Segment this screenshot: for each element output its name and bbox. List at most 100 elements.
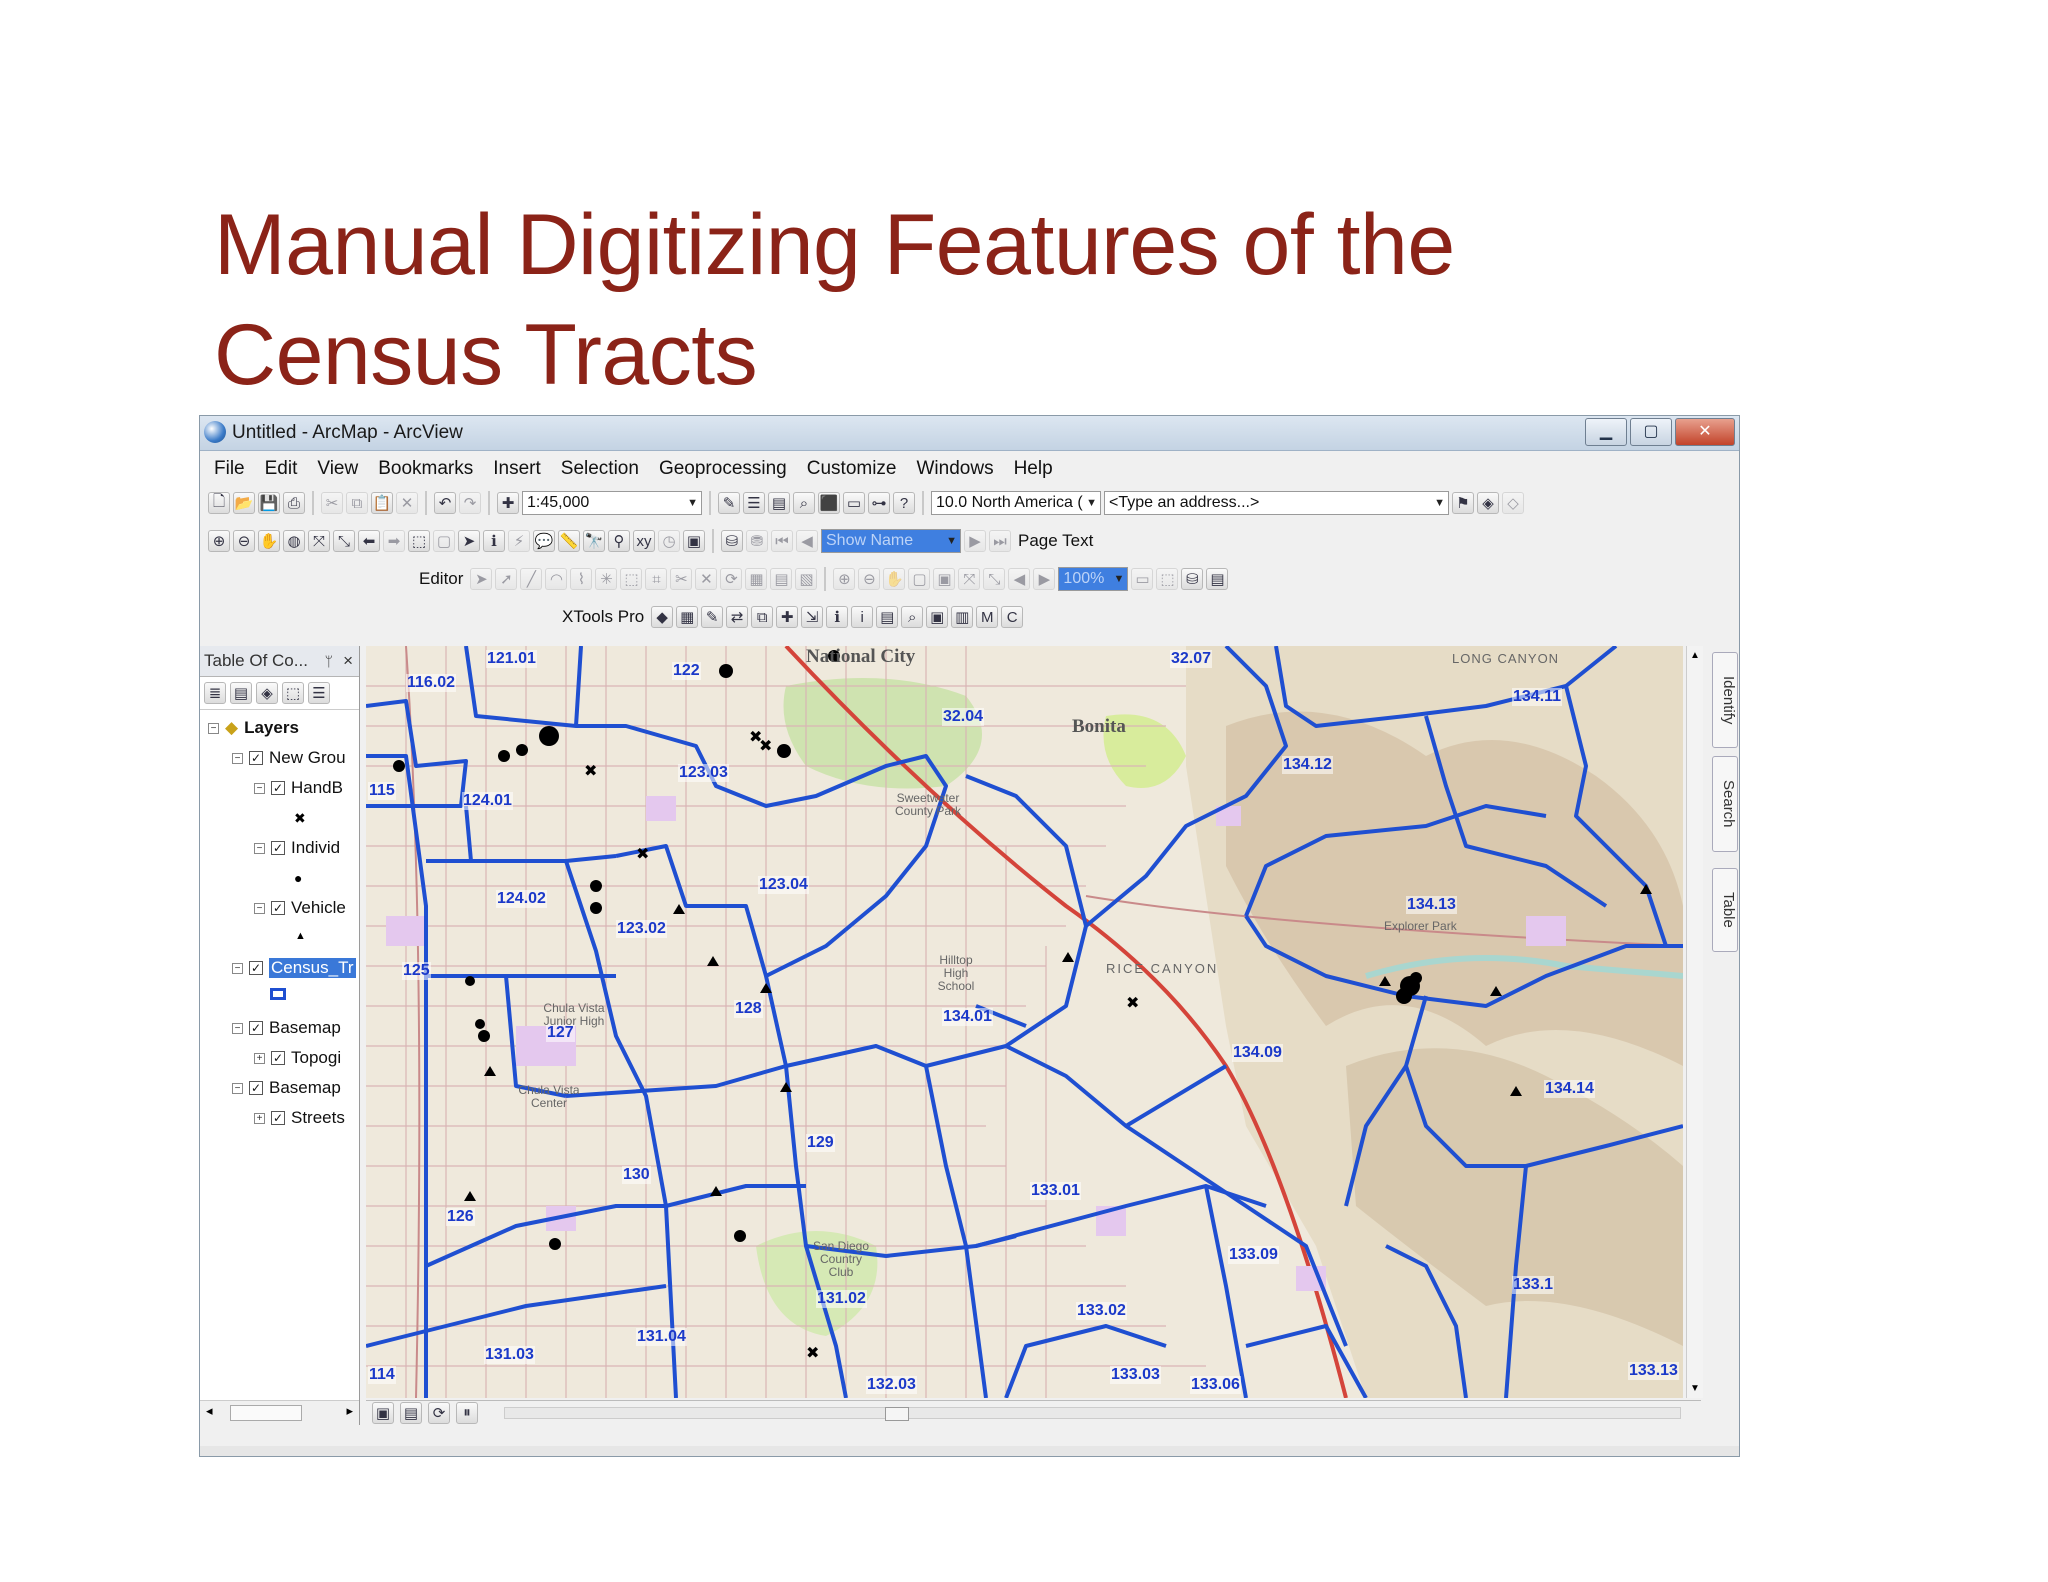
toc-row-vehicle[interactable]: − ✓ Vehicle: [254, 898, 346, 918]
toc-row-topographic[interactable]: + ✓ Topogi: [254, 1048, 341, 1068]
model-builder-icon[interactable]: ⊶: [868, 492, 890, 514]
scroll-left-icon[interactable]: ◂: [206, 1403, 213, 1419]
xtools-table-icon[interactable]: ▦: [676, 606, 699, 628]
xtools-shape-icon[interactable]: ◆: [651, 606, 674, 628]
scroll-right-icon[interactable]: ▸: [346, 1403, 353, 1419]
xtools-overlay-icon[interactable]: ⧉: [751, 606, 774, 628]
fixed-layout-zoom-in-icon[interactable]: ⤧: [958, 568, 981, 590]
redo-icon[interactable]: ↷: [459, 492, 481, 514]
select-elements-arrow-icon[interactable]: ➤: [458, 530, 480, 552]
arctoolbox-icon[interactable]: ⬛: [818, 492, 840, 514]
edit-vertices-icon[interactable]: ⬚: [620, 568, 643, 590]
measure-icon[interactable]: 📏: [558, 530, 580, 552]
toc-row-individ[interactable]: − ✓ Individ: [254, 838, 340, 858]
menu-windows[interactable]: Windows: [907, 454, 1004, 484]
xtools-add-icon[interactable]: ✚: [776, 606, 799, 628]
search-tab[interactable]: Search: [1712, 756, 1738, 852]
open-folder-icon[interactable]: 📂: [233, 492, 255, 514]
focus-data-frame-icon[interactable]: ⬚: [1156, 568, 1179, 590]
table-tab[interactable]: Table: [1712, 868, 1738, 952]
delete-icon[interactable]: ✕: [396, 492, 418, 514]
list-by-selection-icon[interactable]: ⬚: [282, 682, 304, 704]
editor-menu[interactable]: Editor: [415, 569, 467, 589]
cut-polygons-icon[interactable]: ✂: [670, 568, 693, 590]
scroll-up-icon[interactable]: ▲: [1690, 650, 1700, 661]
menu-customize[interactable]: Customize: [797, 454, 907, 484]
editor-toolbar-icon[interactable]: ✎: [718, 492, 740, 514]
toc-close-icon[interactable]: ×: [343, 646, 353, 676]
toc-row-streets[interactable]: + ✓ Streets: [254, 1108, 345, 1128]
paste-icon[interactable]: 📋: [371, 492, 393, 514]
rotate-icon[interactable]: ⟳: [720, 568, 743, 590]
save-icon[interactable]: 💾: [258, 492, 280, 514]
find-binoculars-icon[interactable]: 🔭: [583, 530, 605, 552]
list-by-visibility-icon[interactable]: ◈: [256, 682, 278, 704]
fixed-layout-zoom-out-icon[interactable]: ⤡: [983, 568, 1006, 590]
time-slider-icon[interactable]: ◷: [658, 530, 680, 552]
xtools-help-icon[interactable]: i: [851, 606, 874, 628]
back-arrow-icon[interactable]: ⬅: [358, 530, 380, 552]
edit-annotation-icon[interactable]: ➚: [495, 568, 518, 590]
map-vertical-scrollbar[interactable]: ▲ ▼: [1686, 646, 1703, 1398]
forward-arrow-icon[interactable]: ➡: [383, 530, 405, 552]
identify-tab[interactable]: Identify: [1712, 652, 1738, 748]
reverse-geocode-icon[interactable]: ◇: [1502, 492, 1524, 514]
xtools-info-icon[interactable]: ℹ: [826, 606, 849, 628]
edit-tool-icon[interactable]: ➤: [470, 568, 493, 590]
viewer-window-icon[interactable]: ▣: [683, 530, 705, 552]
layout-pan-icon[interactable]: ✋: [883, 568, 906, 590]
find-route-icon[interactable]: ⚲: [608, 530, 630, 552]
table-of-contents-icon[interactable]: ☰: [743, 492, 765, 514]
go-to-xy-icon[interactable]: xy: [633, 530, 655, 552]
labeling-icon[interactable]: ⛁: [721, 530, 743, 552]
collapse-icon[interactable]: −: [232, 752, 243, 764]
menu-view[interactable]: View: [307, 454, 368, 484]
minimize-button[interactable]: ▁: [1585, 418, 1627, 446]
clear-selection-icon[interactable]: ▢: [433, 530, 455, 552]
identify-icon[interactable]: ℹ: [483, 530, 505, 552]
layout-zoom-combo[interactable]: 100%: [1058, 567, 1129, 591]
data-view-icon[interactable]: ▣: [372, 1401, 394, 1424]
trace-icon[interactable]: ⌇: [570, 568, 593, 590]
toc-row-new-group[interactable]: − ✓ New Grou: [232, 748, 346, 768]
search-window-icon[interactable]: ⌕: [793, 492, 815, 514]
xtools-pro-menu[interactable]: XTools Pro: [558, 607, 648, 627]
layout-view-icon[interactable]: ▤: [400, 1401, 422, 1424]
pause-drawing-icon[interactable]: ⏸: [456, 1401, 478, 1424]
toc-row-handb[interactable]: − ✓ HandB: [254, 778, 343, 798]
window-titlebar[interactable]: Untitled - ArcMap - ArcView ▁ ▢ ✕: [200, 416, 1739, 451]
menu-file[interactable]: File: [200, 454, 255, 484]
whats-this-icon[interactable]: ?: [893, 492, 915, 514]
reshape-icon[interactable]: ⌗: [645, 568, 668, 590]
map-scale-combo[interactable]: 1:45,000: [522, 491, 702, 515]
xtools-calc-icon[interactable]: ▣: [926, 606, 949, 628]
layout-back-icon[interactable]: ◀: [1008, 568, 1031, 590]
visibility-checkbox[interactable]: ✓: [271, 781, 285, 795]
layout-zoom-out-icon[interactable]: ⊖: [858, 568, 881, 590]
collapse-icon[interactable]: −: [232, 1082, 243, 1094]
hyperlink-icon[interactable]: ⚡: [508, 530, 530, 552]
visibility-checkbox[interactable]: ✓: [271, 901, 285, 915]
maximize-button[interactable]: ▢: [1630, 418, 1672, 446]
fixed-zoom-out-icon[interactable]: ⤡: [333, 530, 355, 552]
map-display[interactable]: ✖ ✖ ✖ ✖ ✖ ✖ 116.02 121.01 122 32.07 134.11 3…: [366, 646, 1683, 1398]
menu-insert[interactable]: Insert: [483, 454, 551, 484]
toc-horizontal-scrollbar[interactable]: ◂ ▸: [200, 1400, 359, 1425]
point-icon[interactable]: ✳: [595, 568, 618, 590]
menu-edit[interactable]: Edit: [255, 454, 308, 484]
last-page-icon[interactable]: ⏭: [989, 530, 1011, 552]
visibility-checkbox[interactable]: ✓: [271, 1051, 285, 1065]
scroll-thumb[interactable]: [230, 1405, 302, 1421]
undo-icon[interactable]: ↶: [434, 492, 456, 514]
collapse-icon[interactable]: −: [232, 962, 243, 974]
collapse-icon[interactable]: −: [208, 722, 219, 734]
show-name-combo[interactable]: Show Name: [821, 529, 961, 553]
expand-icon[interactable]: +: [254, 1052, 265, 1064]
html-popup-icon[interactable]: 💬: [533, 530, 555, 552]
zoom-whole-page-icon[interactable]: ▢: [908, 568, 931, 590]
toc-options-icon[interactable]: ☰: [308, 682, 330, 704]
next-page-icon[interactable]: ▶: [964, 530, 986, 552]
expand-icon[interactable]: +: [254, 1112, 265, 1124]
visibility-checkbox[interactable]: ✓: [271, 1111, 285, 1125]
refresh-icon[interactable]: ⟳: [428, 1401, 450, 1424]
